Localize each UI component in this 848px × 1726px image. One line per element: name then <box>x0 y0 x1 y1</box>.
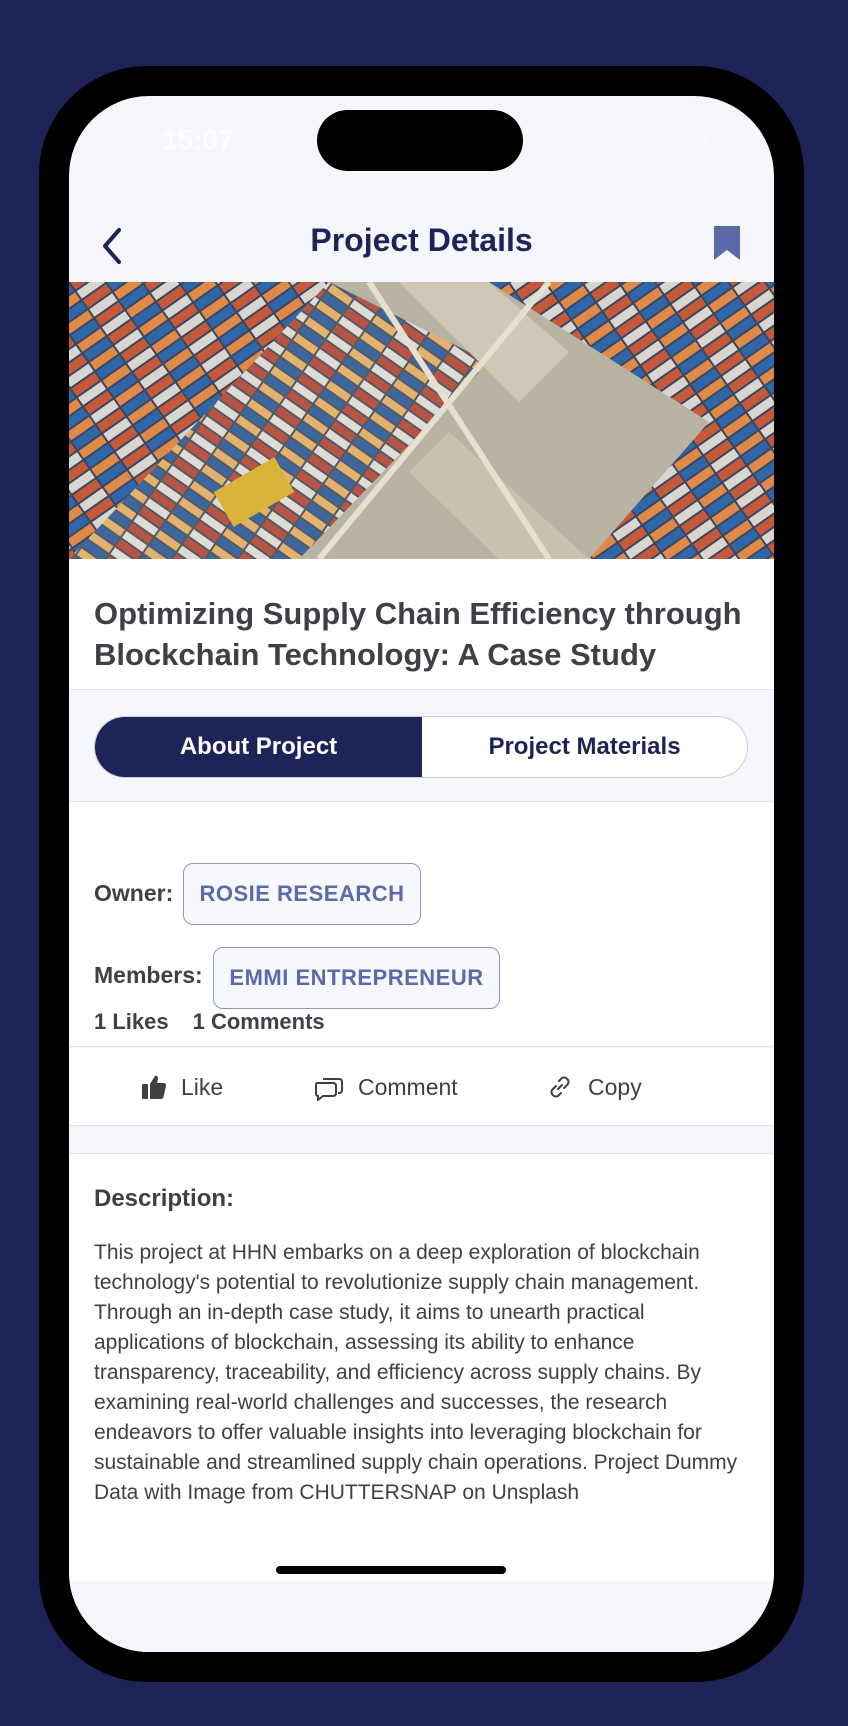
status-bar: 15:07 <box>69 96 774 206</box>
engagement-stats: 1 Likes 1 Comments <box>94 1009 325 1035</box>
copy-label: Copy <box>588 1073 642 1100</box>
bottom-area <box>69 1581 774 1652</box>
nav-bar: Project Details <box>69 206 774 282</box>
status-time: 15:07 <box>162 124 234 155</box>
link-icon <box>550 1076 570 1098</box>
bookmark-icon[interactable] <box>712 224 742 262</box>
project-title: Optimizing Supply Chain Efficiency throu… <box>94 596 742 672</box>
comment-label: Comment <box>358 1073 458 1100</box>
phone-frame: 15:07 Project Details Optimizing Supply … <box>39 66 804 1682</box>
tab-about-project[interactable]: About Project <box>95 717 422 777</box>
copy-button[interactable]: Copy <box>546 1048 642 1126</box>
like-button[interactable]: Like <box>141 1048 223 1126</box>
member-chip[interactable]: EMMI ENTREPRENEUR <box>213 947 500 1009</box>
members-label: Members: <box>94 962 203 988</box>
comment-button[interactable]: Comment <box>314 1048 458 1126</box>
like-label: Like <box>181 1073 224 1100</box>
comment-icon <box>315 1078 343 1101</box>
likes-count: 1 Likes <box>94 1009 169 1034</box>
tab-project-materials[interactable]: Project Materials <box>422 717 747 777</box>
actions-bar: Like Comment Copy <box>69 1048 774 1126</box>
info-section: Owner: ROSIE RESEARCH Members: EMMI ENTR… <box>69 802 774 1047</box>
tabs-section: About Project Project Materials <box>69 690 774 802</box>
title-section: Optimizing Supply Chain Efficiency throu… <box>69 559 774 690</box>
description-body: This project at HHN embarks on a deep ex… <box>94 1241 738 1504</box>
owner-chip[interactable]: ROSIE RESEARCH <box>183 863 421 925</box>
hero-image <box>69 282 774 559</box>
screen: 15:07 Project Details Optimizing Supply … <box>69 96 774 1652</box>
home-indicator <box>276 1566 506 1574</box>
comments-count: 1 Comments <box>192 1009 325 1034</box>
tab-switcher: About Project Project Materials <box>94 716 748 778</box>
battery-icon <box>663 130 707 150</box>
owner-label: Owner: <box>94 880 174 906</box>
thumbs-up-icon <box>142 1075 167 1099</box>
description-heading: Description: <box>94 1185 235 1212</box>
description-section: Description: This project at HHN embarks… <box>69 1153 774 1652</box>
page-title: Project Details <box>310 222 533 258</box>
wifi-icon <box>617 126 651 150</box>
dynamic-island <box>317 110 523 171</box>
